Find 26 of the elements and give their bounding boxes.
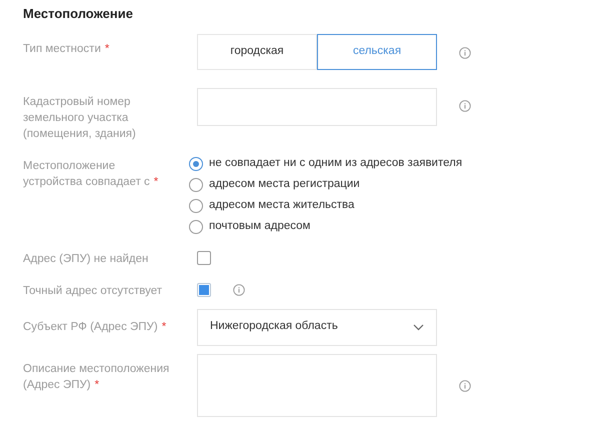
checkbox[interactable] — [197, 282, 211, 296]
field-label: Кадастровый номер земельного участка (помещения, здания) — [23, 94, 137, 142]
info-icon[interactable] — [459, 100, 471, 112]
section-title: Местоположение — [23, 5, 134, 23]
field-label: Точный адрес отсутствует — [23, 284, 164, 298]
radio-label: адресом места регистрации — [209, 176, 360, 192]
radio-button[interactable] — [189, 198, 203, 212]
radio-label: не совпадает ни с одним из адресов заявителя — [209, 156, 462, 171]
radio-label: почтовым адресом — [209, 218, 310, 234]
info-icon[interactable] — [459, 380, 471, 392]
select-field[interactable]: Нижегородская область — [197, 308, 437, 346]
info-icon[interactable] — [233, 284, 245, 296]
field-label: Описание местоположения (Адрес ЭПУ) * — [23, 362, 170, 392]
chevron-down-icon — [413, 324, 424, 330]
radio-button[interactable] — [189, 220, 203, 234]
field-label: Субъект РФ (Адрес ЭПУ) * — [23, 320, 168, 334]
radio-button[interactable] — [189, 156, 203, 170]
radio-label: адресом места жительства — [209, 198, 354, 213]
segment-tab[interactable]: городская — [197, 34, 317, 70]
checkbox[interactable] — [197, 250, 211, 264]
field-label: Тип местности * — [23, 42, 110, 56]
input-field[interactable] — [197, 88, 437, 126]
info-icon[interactable] — [459, 46, 471, 58]
radio-button[interactable] — [189, 178, 203, 192]
field-label: Местоположение устройства совпадает с * — [23, 158, 160, 190]
field-label: Адрес (ЭПУ) не найден — [23, 252, 150, 266]
